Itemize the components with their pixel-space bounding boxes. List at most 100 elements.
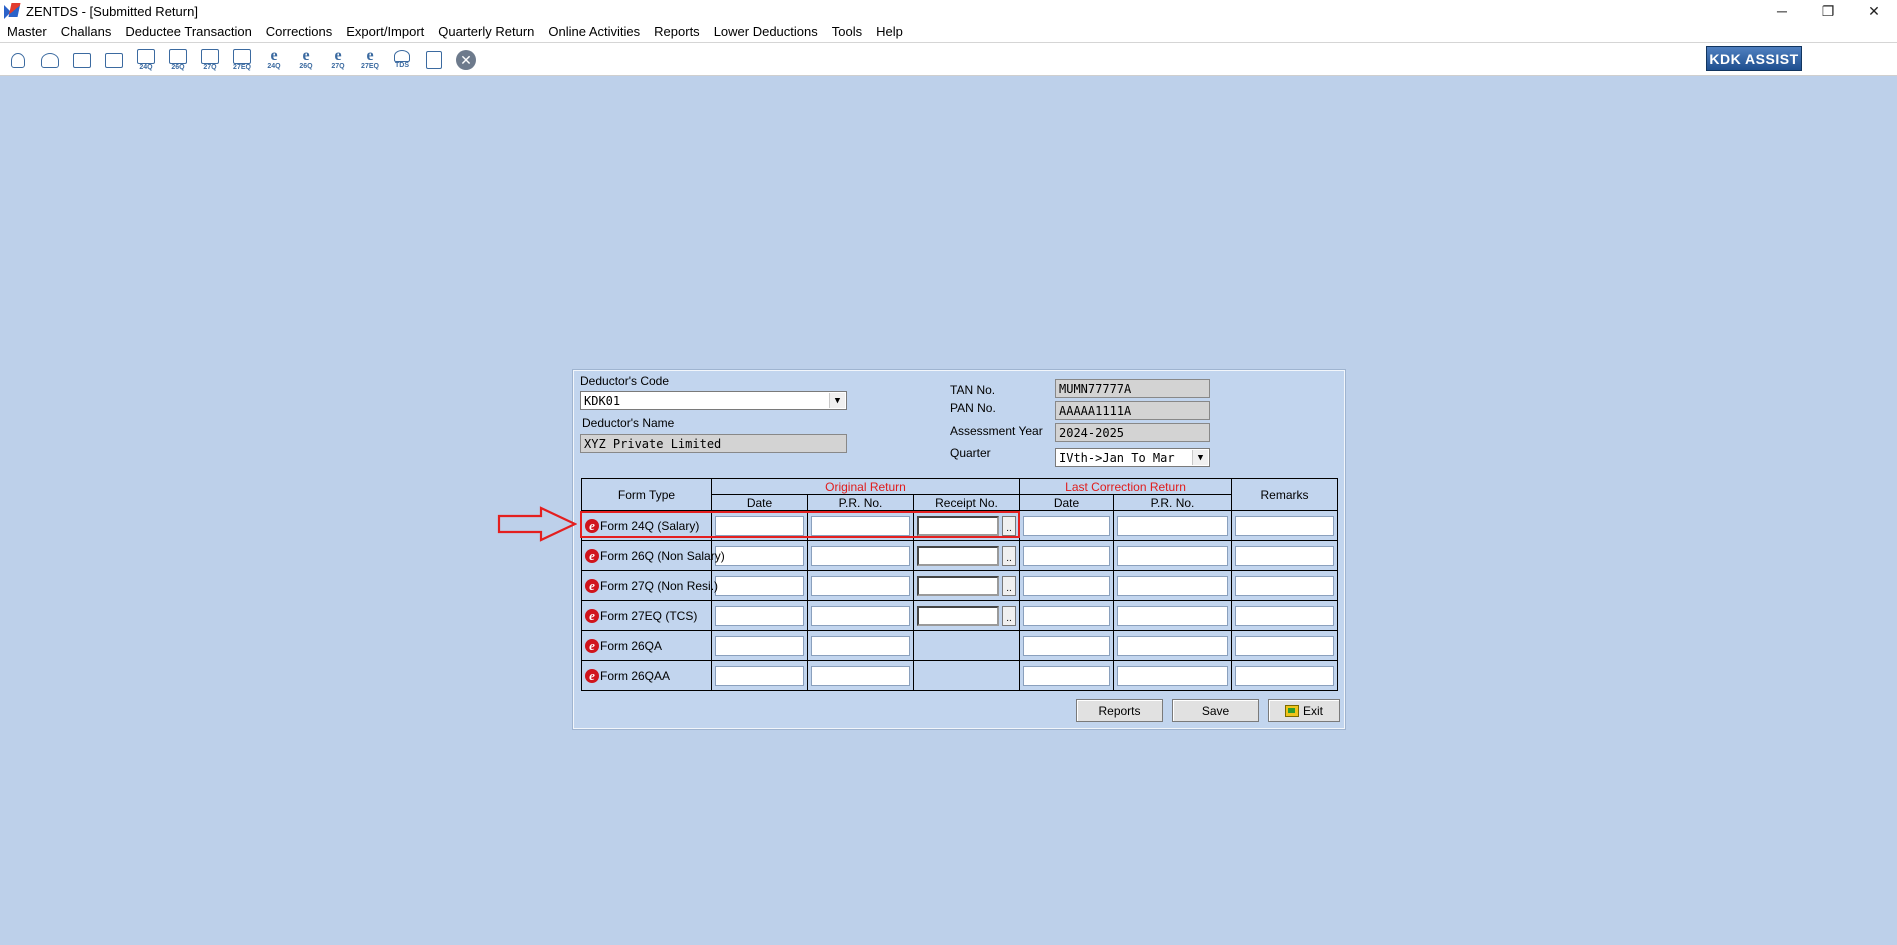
correction-date-input[interactable] [1023, 575, 1110, 596]
pan-label: PAN No. [950, 401, 996, 415]
chevron-down-icon[interactable]: ▼ [1192, 450, 1208, 465]
minimize-icon[interactable]: ─ [1759, 0, 1805, 22]
menu-reports[interactable]: Reports [647, 22, 707, 42]
table-row: e Form 26QAA [581, 660, 1339, 691]
menu-tools[interactable]: Tools [825, 22, 869, 42]
document-icon[interactable] [420, 48, 448, 72]
form-27q-icon[interactable]: 27Q [196, 48, 224, 72]
e-27q-icon[interactable]: e 27Q [324, 48, 352, 72]
correction-pr-no-input[interactable] [1117, 515, 1229, 536]
form-type-label: Form 26Q (Non Salary) [600, 548, 725, 563]
kdk-assist-button[interactable]: KDK ASSIST [1706, 46, 1802, 71]
correction-date-input[interactable] [1023, 545, 1110, 566]
e-24q-icon[interactable]: e 24Q [260, 48, 288, 72]
correction-pr-no-input[interactable] [1117, 575, 1229, 596]
remarks-input[interactable] [1235, 635, 1335, 656]
header-correction-date: Date [1019, 494, 1114, 511]
employee-2-icon[interactable] [100, 48, 128, 72]
table-row: e Form 27Q (Non Resi.) .. [581, 570, 1339, 601]
correction-pr-no-input[interactable] [1117, 545, 1229, 566]
form-24q-icon[interactable]: 24Q [132, 48, 160, 72]
remarks-input[interactable] [1235, 575, 1335, 596]
deductor-code-combo[interactable]: KDK01 ▼ [580, 391, 847, 410]
empty-cell [913, 630, 1020, 661]
assessment-year-field: 2024-2025 [1055, 423, 1210, 442]
correction-date-input[interactable] [1023, 515, 1110, 536]
date-input[interactable] [715, 575, 804, 596]
pr-no-input[interactable] [811, 635, 910, 656]
correction-pr-no-input[interactable] [1117, 635, 1229, 656]
menu-lower-deductions[interactable]: Lower Deductions [707, 22, 825, 42]
annotation-arrow-icon [497, 506, 577, 542]
exit-button-label: Exit [1302, 703, 1323, 718]
date-input[interactable] [715, 605, 804, 626]
remarks-input[interactable] [1235, 545, 1335, 566]
header-form-type: Form Type [581, 478, 712, 511]
browse-button[interactable]: .. [1002, 545, 1016, 566]
date-input[interactable] [715, 545, 804, 566]
employee-icon[interactable] [68, 48, 96, 72]
form-type-label: Form 27EQ (TCS) [600, 608, 698, 623]
save-button-label: Save [1201, 703, 1230, 718]
receipt-no-input[interactable] [917, 545, 999, 566]
empty-cell [913, 660, 1020, 691]
window-title: ZENTDS - [Submitted Return] [26, 3, 198, 19]
form-26q-icon[interactable]: 26Q [164, 48, 192, 72]
form-27eq-icon[interactable]: 27EQ [228, 48, 256, 72]
return-grid: Form Type Original Return Last Correctio… [581, 478, 1339, 691]
menu-online-activities[interactable]: Online Activities [541, 22, 647, 42]
close-icon[interactable]: ✕ [452, 48, 480, 72]
correction-date-input[interactable] [1023, 635, 1110, 656]
quarter-label: Quarter [950, 446, 991, 460]
window-controls: ─ ❐ ✕ [1759, 0, 1897, 22]
exit-button[interactable]: Exit [1268, 699, 1340, 722]
quarter-combo[interactable]: IVth->Jan To Mar ▼ [1055, 448, 1210, 467]
header-correction-pr-no: P.R. No. [1112, 494, 1233, 511]
header-remarks: Remarks [1231, 478, 1339, 511]
date-input[interactable] [715, 665, 804, 686]
tan-label: TAN No. [950, 383, 996, 397]
date-input[interactable] [715, 635, 804, 656]
browse-button[interactable]: .. [1002, 605, 1016, 626]
e-filing-icon: e [585, 578, 599, 593]
e-filing-icon: e [585, 668, 599, 683]
menu-corrections[interactable]: Corrections [259, 22, 339, 42]
browse-button[interactable]: .. [1002, 575, 1016, 596]
menu-help[interactable]: Help [869, 22, 910, 42]
receipt-no-input[interactable] [917, 605, 999, 626]
correction-date-input[interactable] [1023, 605, 1110, 626]
pr-no-input[interactable] [811, 665, 910, 686]
deductees-icon[interactable] [36, 48, 64, 72]
reports-button[interactable]: Reports [1076, 699, 1163, 722]
form-type-label: Form 27Q (Non Resi.) [600, 578, 719, 593]
deductor-code-label: Deductor's Code [580, 374, 670, 388]
pr-no-input[interactable] [811, 545, 910, 566]
remarks-input[interactable] [1235, 665, 1335, 686]
exit-icon [1284, 704, 1299, 717]
correction-pr-no-input[interactable] [1117, 605, 1229, 626]
menu-quarterly-return[interactable]: Quarterly Return [431, 22, 541, 42]
menu-master[interactable]: Master [0, 22, 54, 42]
menu-deductee-transaction[interactable]: Deductee Transaction [118, 22, 258, 42]
e-27eq-icon[interactable]: e 27EQ [356, 48, 384, 72]
form-type-label: Form 26QA [600, 638, 663, 653]
receipt-no-input[interactable] [917, 575, 999, 596]
menu-challans[interactable]: Challans [54, 22, 119, 42]
title-bar: ZENTDS - [Submitted Return] ─ ❐ ✕ [0, 0, 1897, 22]
tds-icon[interactable]: TDS [388, 48, 416, 72]
remarks-input[interactable] [1235, 515, 1335, 536]
deductor-icon[interactable] [4, 48, 32, 72]
quarter-value: IVth->Jan To Mar [1059, 451, 1175, 465]
correction-pr-no-input[interactable] [1117, 665, 1229, 686]
remarks-input[interactable] [1235, 605, 1335, 626]
save-button[interactable]: Save [1172, 699, 1259, 722]
e-26q-icon[interactable]: e 26Q [292, 48, 320, 72]
menu-export-import[interactable]: Export/Import [339, 22, 431, 42]
restore-icon[interactable]: ❐ [1805, 0, 1851, 22]
pr-no-input[interactable] [811, 575, 910, 596]
pr-no-input[interactable] [811, 605, 910, 626]
close-window-icon[interactable]: ✕ [1851, 0, 1897, 22]
header-receipt-no: Receipt No. [913, 494, 1020, 511]
chevron-down-icon[interactable]: ▼ [829, 393, 845, 408]
correction-date-input[interactable] [1023, 665, 1110, 686]
